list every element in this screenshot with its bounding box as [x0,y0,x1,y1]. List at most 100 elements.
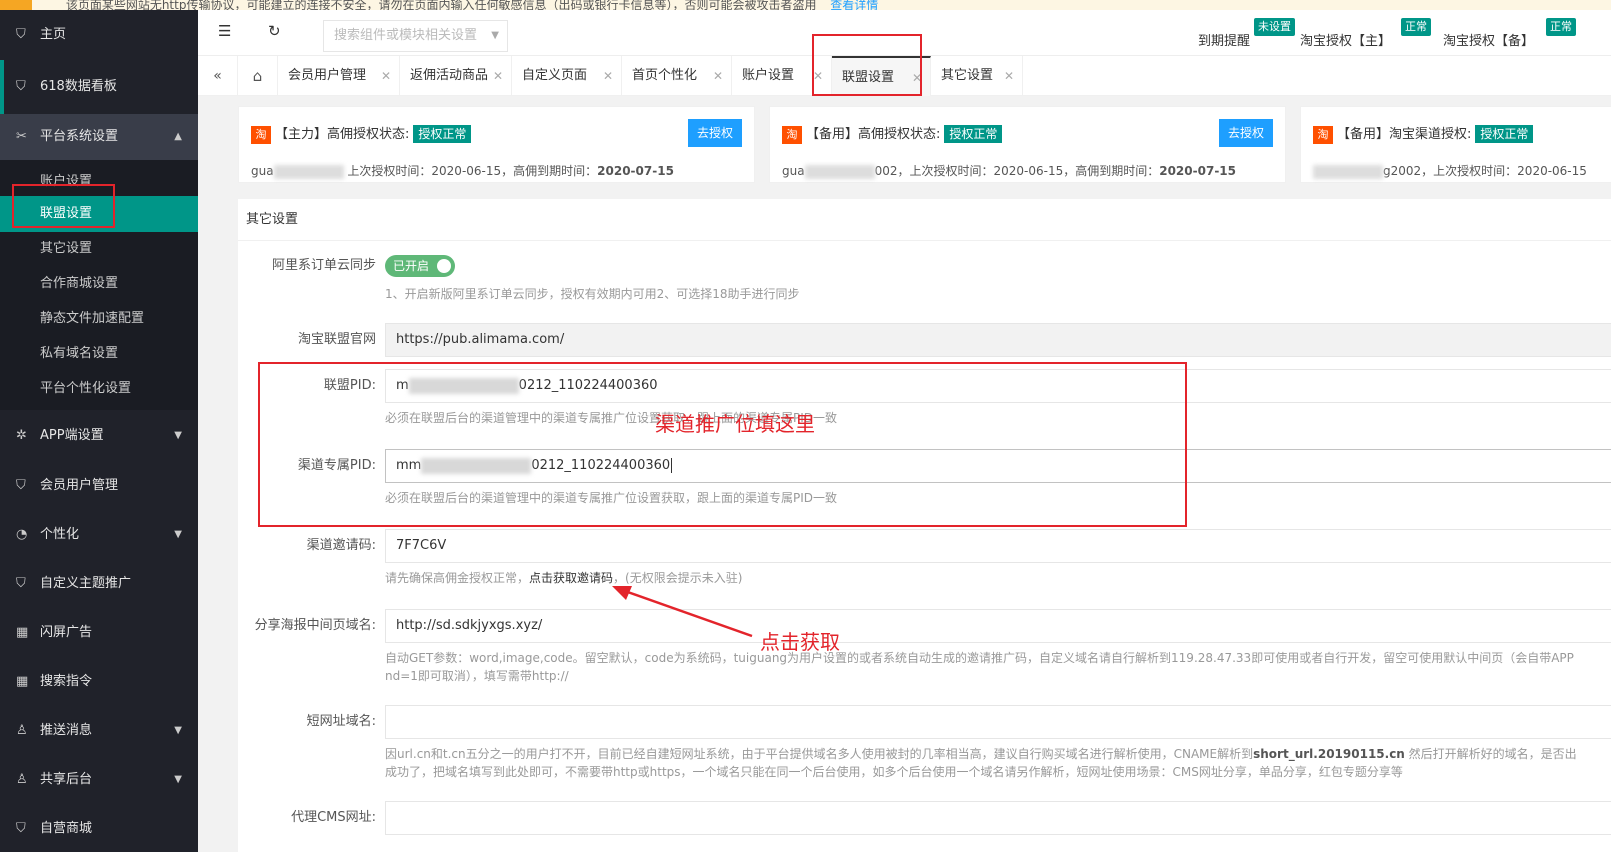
authorize-button[interactable]: 去授权 [688,119,742,147]
sidebar-subitem-mall[interactable]: 合作商城设置 [0,266,198,301]
sidebar-subitem-domain[interactable]: 私有域名设置 [0,336,198,371]
sidebar-item-push[interactable]: ♙ 推送消息 ▼ [0,706,198,755]
sidebar-item-label: 自定义主题推广 [40,576,132,591]
tab-label: 会员用户管理 [288,68,367,83]
sidebar-item-label: 推送消息 [40,723,93,738]
sidebar-subitem-union[interactable]: 联盟设置 [0,196,198,232]
sidebar-submenu: 账户设置 联盟设置 其它设置 合作商城设置 静态文件加速配置 私有域名设置 平台… [0,160,198,410]
tools-icon: ✂ [16,129,27,144]
authorize-button[interactable]: 去授权 [1219,119,1273,147]
auth-card-info: gua 上次授权时间：2020-06-15，高佣到期时间：2020-07-15 [251,162,674,179]
auth-card-main: 淘【主力】高佣授权状态: 授权正常 去授权 gua 上次授权时间：2020-06-… [238,106,755,183]
notice-icon [0,0,32,10]
text-cursor [671,458,673,473]
close-icon[interactable]: ✕ [1004,56,1014,96]
sidebar-item-app-settings[interactable]: ✲ APP端设置 ▼ [0,410,198,462]
header: ☰ ↻ 搜索组件或模块相关设置 ▼ 到期提醒 未设置 淘宝授权【主】 正常 淘宝… [198,10,1611,56]
short-url-hint-2: 成功了，把域名填写到此处即可，不需要带http或https，一个域名只能在同一个… [385,765,1403,779]
notice-link[interactable]: 查看详情 [830,0,878,10]
auth-card-label: 【主力】高佣授权状态: [275,127,410,142]
sidebar-item-618-dashboard[interactable]: ⛉ 618数据看板 [0,60,198,114]
shield-icon: ⛉ [16,478,26,493]
cloud-sync-toggle[interactable]: 已开启 [385,255,455,277]
expire-reminder[interactable]: 到期提醒 [1198,30,1250,49]
other-settings-panel: 其它设置 阿里系订单云同步 已开启 1、开启新版阿里系订单云同步，授权有效期内可… [238,199,1611,852]
short-url-input[interactable] [385,705,1611,739]
alimama-site-label: 淘宝联盟官网 [297,332,376,347]
auth-card-channel: 淘【备用】淘宝渠道授权: 授权正常 g2002，上次授权时间：2020-06-15 [1300,106,1611,183]
short-url-hint-1: 因url.cn和t.cn五分之一的用户打不开，目前已经自建短网址系统，由于平台提… [385,745,1577,763]
shield-icon: ⛉ [16,821,26,836]
annotation-arrow [612,586,753,638]
union-pid-label: 联盟PID: [323,378,376,393]
apps-icon: ▦ [16,625,29,640]
taobao-auth-main-badge: 正常 [1401,18,1431,36]
sidebar-item-members[interactable]: ⛉ 会员用户管理 [0,462,198,510]
sidebar-item-shared-backend[interactable]: ♙ 共享后台 ▼ [0,755,198,804]
redacted-account [273,164,344,179]
close-icon[interactable]: ✕ [381,56,391,96]
tab-union-settings[interactable]: 联盟设置 ✕ [832,56,931,96]
close-icon[interactable]: ✕ [603,56,613,96]
union-pid-input[interactable]: m 0212_110224400360 [385,369,1611,403]
short-url-label: 短网址域名: [306,714,376,729]
sidebar-subitem-account[interactable]: 账户设置 [0,164,198,196]
invite-code-label: 渠道邀请码: [306,538,376,553]
auth-info-text: 上次授权时间：2020-06-15，高佣到期时间： [347,164,598,178]
annotation-pid-note: 渠道推广位填这里 [655,412,815,436]
auth-card-label: 【备用】淘宝渠道授权: [1337,127,1472,142]
share-domain-label: 分享海报中间页域名: [254,618,376,633]
tab-rebate-products[interactable]: 返佣活动商品 ✕ [400,56,512,96]
chevron-down-icon: ▼ [174,430,182,441]
cloud-sync-label: 阿里系订单云同步 [271,258,376,273]
redacted-account [1313,164,1383,179]
main-content: 淘【主力】高佣授权状态: 授权正常 去授权 gua 上次授权时间：2020-06-… [198,96,1611,852]
alimama-site-field[interactable]: https://pub.alimama.com/ [385,323,1611,357]
module-search-select[interactable]: 搜索组件或模块相关设置 ▼ [323,20,508,52]
taobao-auth-main[interactable]: 淘宝授权【主】 [1300,30,1391,49]
close-icon[interactable]: ✕ [912,58,922,98]
chevron-down-icon: ▼ [174,774,182,785]
close-icon[interactable]: ✕ [813,56,823,96]
home-icon[interactable]: ⌂ [238,56,278,96]
pid-prefix: m [396,378,409,393]
auth-info-text: 上次授权时间：2020-06-15 [1433,164,1587,178]
tab-home-personalize[interactable]: 首页个性化 ✕ [622,56,732,96]
cms-url-input[interactable] [385,801,1611,835]
menu-toggle-icon[interactable]: ☰ [218,22,231,40]
tab-label: 账户设置 [742,68,795,83]
close-icon[interactable]: ✕ [493,56,503,96]
refresh-icon[interactable]: ↻ [268,22,281,40]
sidebar-item-splash-ads[interactable]: ▦ 闪屏广告 [0,608,198,657]
sidebar-subitem-personalize[interactable]: 平台个性化设置 [0,371,198,406]
tab-label: 自定义页面 [522,68,588,83]
channel-pid-label: 渠道专属PID: [297,458,376,473]
sidebar-item-personalization[interactable]: ◔ 个性化 ▼ [0,510,198,559]
tab-custom-page[interactable]: 自定义页面 ✕ [512,56,622,96]
tab-account-settings[interactable]: 账户设置 ✕ [732,56,832,96]
channel-pid-input[interactable]: mm 0212_110224400360 [385,449,1611,483]
tab-members[interactable]: 会员用户管理 ✕ [278,56,400,96]
taobao-auth-backup[interactable]: 淘宝授权【备】 [1443,30,1534,49]
sidebar-item-own-mall[interactable]: ⛉ 自营商城 [0,804,198,852]
close-icon[interactable]: ✕ [713,56,723,96]
tab-other-settings[interactable]: 其它设置 ✕ [931,56,1023,96]
invite-code-input[interactable]: 7F7C6V [385,529,1611,563]
auth-card-info: gua 002，上次授权时间：2020-06-15，高佣到期时间：2020-07-… [782,162,1236,179]
tabs-scroll-left-icon[interactable]: « [198,56,238,96]
sidebar-subitem-static[interactable]: 静态文件加速配置 [0,301,198,336]
sidebar-item-label: APP端设置 [40,428,104,443]
gear-icon: ✲ [16,428,27,443]
share-domain-input[interactable]: http://sd.sdkjyxgs.xyz/ [385,609,1611,643]
sidebar-item-search-commands[interactable]: ▦ 搜索指令 [0,657,198,706]
channel-pid-hint: 必须在联盟后台的渠道管理中的渠道专属推广位设置获取，跟上面的渠道专属PID一致 [385,491,838,505]
sidebar-item-label: 会员用户管理 [40,478,119,493]
taobao-icon: 淘 [251,126,271,144]
sidebar-item-theme-promo[interactable]: ⛉ 自定义主题推广 [0,559,198,608]
sidebar-item-platform-settings[interactable]: ✂ 平台系统设置 ▲ [0,114,198,160]
sidebar-item-home[interactable]: ⛉ 主页 [0,10,198,60]
sidebar-subitem-other[interactable]: 其它设置 [0,232,198,266]
redacted-account [804,164,875,179]
hint-text: 因url.cn和t.cn五分之一的用户打不开，目前已经自建短网址系统，由于平台提… [385,747,1254,761]
auth-card-title: 淘【主力】高佣授权状态: 授权正常 [251,123,472,144]
